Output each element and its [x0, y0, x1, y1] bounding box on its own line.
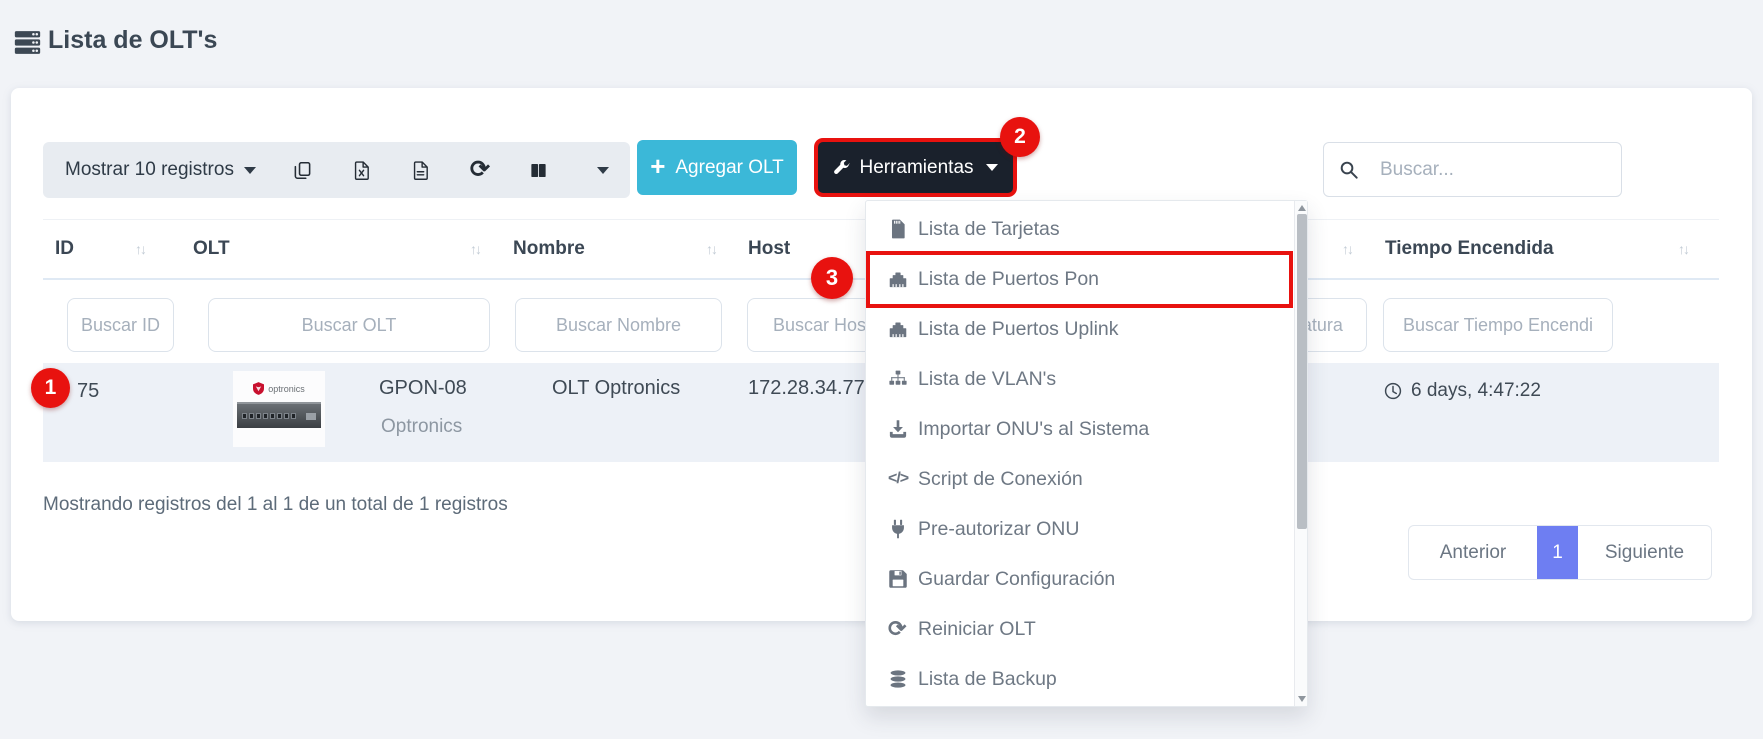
- scroll-down-icon[interactable]: [1298, 696, 1306, 702]
- filter-id-input[interactable]: [67, 298, 174, 352]
- olt-device-image: optronics: [233, 371, 325, 447]
- chevron-down-icon: [244, 167, 256, 174]
- filter-nombre-input[interactable]: [515, 298, 722, 352]
- code-icon: </>: [888, 470, 915, 488]
- wrench-icon: [833, 159, 850, 176]
- filter-tiempo-input[interactable]: [1383, 298, 1613, 352]
- cell-olt-brand: Optronics: [381, 416, 462, 438]
- olt-list-screen: Lista de OLT's Mostrar 10 registros: [0, 0, 1763, 739]
- pagination-previous[interactable]: Anterior: [1409, 526, 1537, 579]
- clock-icon: [1383, 381, 1403, 401]
- pagination-page-1[interactable]: 1: [1537, 526, 1578, 579]
- cell-host: 172.28.34.77: [748, 377, 865, 400]
- column-header-id[interactable]: ID: [55, 238, 74, 260]
- refresh-icon: ⟳: [888, 619, 915, 639]
- filter-olt-input[interactable]: [208, 298, 490, 352]
- search-input[interactable]: [1378, 158, 1612, 182]
- menu-item-lista-de-tarjetas[interactable]: Lista de Tarjetas: [866, 204, 1307, 254]
- menu-item-lista-de-backup[interactable]: Lista de Backup: [866, 654, 1307, 704]
- tools-dropdown-button[interactable]: Herramientas: [818, 142, 1013, 193]
- add-olt-button[interactable]: + Agregar OLT: [637, 140, 797, 195]
- column-header-olt[interactable]: OLT: [193, 238, 230, 260]
- annotation-step-3: 3: [811, 257, 853, 299]
- menu-item-lista-de-vlans[interactable]: Lista de VLAN's: [866, 354, 1307, 404]
- column-header-tiempo-encendida[interactable]: Tiempo Encendida: [1385, 238, 1554, 260]
- refresh-icon[interactable]: ⟳: [469, 158, 491, 182]
- sort-icon[interactable]: ↑↓: [470, 241, 480, 257]
- table-info: Mostrando registros del 1 al 1 de un tot…: [43, 494, 508, 516]
- tools-dropdown-menu: Lista de Tarjetas Lista de Puertos Pon: [865, 200, 1308, 707]
- ethernet-icon: [888, 269, 915, 289]
- sort-icon[interactable]: ↑↓: [706, 241, 716, 257]
- file-export-icon[interactable]: [410, 158, 432, 182]
- menu-item-reiniciar-olt[interactable]: ⟳ Reiniciar OLT: [866, 604, 1307, 654]
- optronics-logo: optronics: [253, 382, 305, 395]
- cell-nombre: OLT Optronics: [552, 377, 680, 400]
- column-header-nombre[interactable]: Nombre: [513, 238, 585, 260]
- annotation-step-2: 2: [1000, 117, 1040, 157]
- download-icon: [888, 419, 915, 439]
- ethernet-icon: [888, 319, 915, 339]
- pagination-next[interactable]: Siguiente: [1578, 526, 1711, 579]
- sort-icon[interactable]: ↑↓: [1342, 241, 1352, 257]
- menu-item-pre-autorizar-onu[interactable]: Pre-autorizar ONU: [866, 504, 1307, 554]
- pagination: Anterior 1 Siguiente: [1408, 525, 1712, 580]
- menu-item-guardar-configuracion[interactable]: Guardar Configuración: [866, 554, 1307, 604]
- server-icon: [14, 29, 41, 56]
- menu-item-lista-de-puertos-pon[interactable]: Lista de Puertos Pon: [866, 254, 1307, 304]
- plug-icon: [888, 519, 915, 539]
- table-search: [1323, 142, 1622, 197]
- cell-tiempo-encendida: 6 days, 4:47:22: [1383, 380, 1541, 402]
- olt-chassis-graphic: [237, 402, 321, 428]
- length-menu[interactable]: Mostrar 10 registros: [65, 159, 234, 181]
- excel-export-icon[interactable]: [351, 158, 373, 182]
- sd-card-icon: [888, 219, 915, 239]
- menu-item-importar-onus[interactable]: Importar ONU's al Sistema: [866, 404, 1307, 454]
- dropdown-scrollbar[interactable]: [1294, 201, 1307, 706]
- menu-item-lista-de-puertos-uplink[interactable]: Lista de Puertos Uplink: [866, 304, 1307, 354]
- chevron-down-icon[interactable]: [597, 167, 609, 174]
- table-controls-bar: Mostrar 10 registros: [43, 142, 630, 198]
- database-icon: [888, 669, 915, 689]
- page-title: Lista de OLT's: [48, 26, 217, 55]
- copy-icon[interactable]: [292, 158, 314, 182]
- search-icon: [1338, 159, 1359, 180]
- sort-icon[interactable]: ↑↓: [1678, 241, 1688, 257]
- save-icon: [888, 569, 915, 589]
- column-header-host[interactable]: Host: [748, 238, 790, 260]
- cell-olt-model: GPON-08: [379, 377, 467, 400]
- annotation-step-1: 1: [31, 368, 70, 408]
- sort-icon[interactable]: ↑↓: [135, 241, 145, 257]
- scrollbar-thumb[interactable]: [1297, 214, 1307, 529]
- scroll-up-icon[interactable]: [1298, 205, 1306, 211]
- cell-id: 75: [77, 380, 99, 403]
- sitemap-icon: [888, 369, 915, 389]
- columns-visibility-icon[interactable]: [528, 158, 550, 182]
- chevron-down-icon: [986, 164, 998, 171]
- plus-icon: +: [650, 156, 665, 176]
- menu-item-script-de-conexion[interactable]: </> Script de Conexión: [866, 454, 1307, 504]
